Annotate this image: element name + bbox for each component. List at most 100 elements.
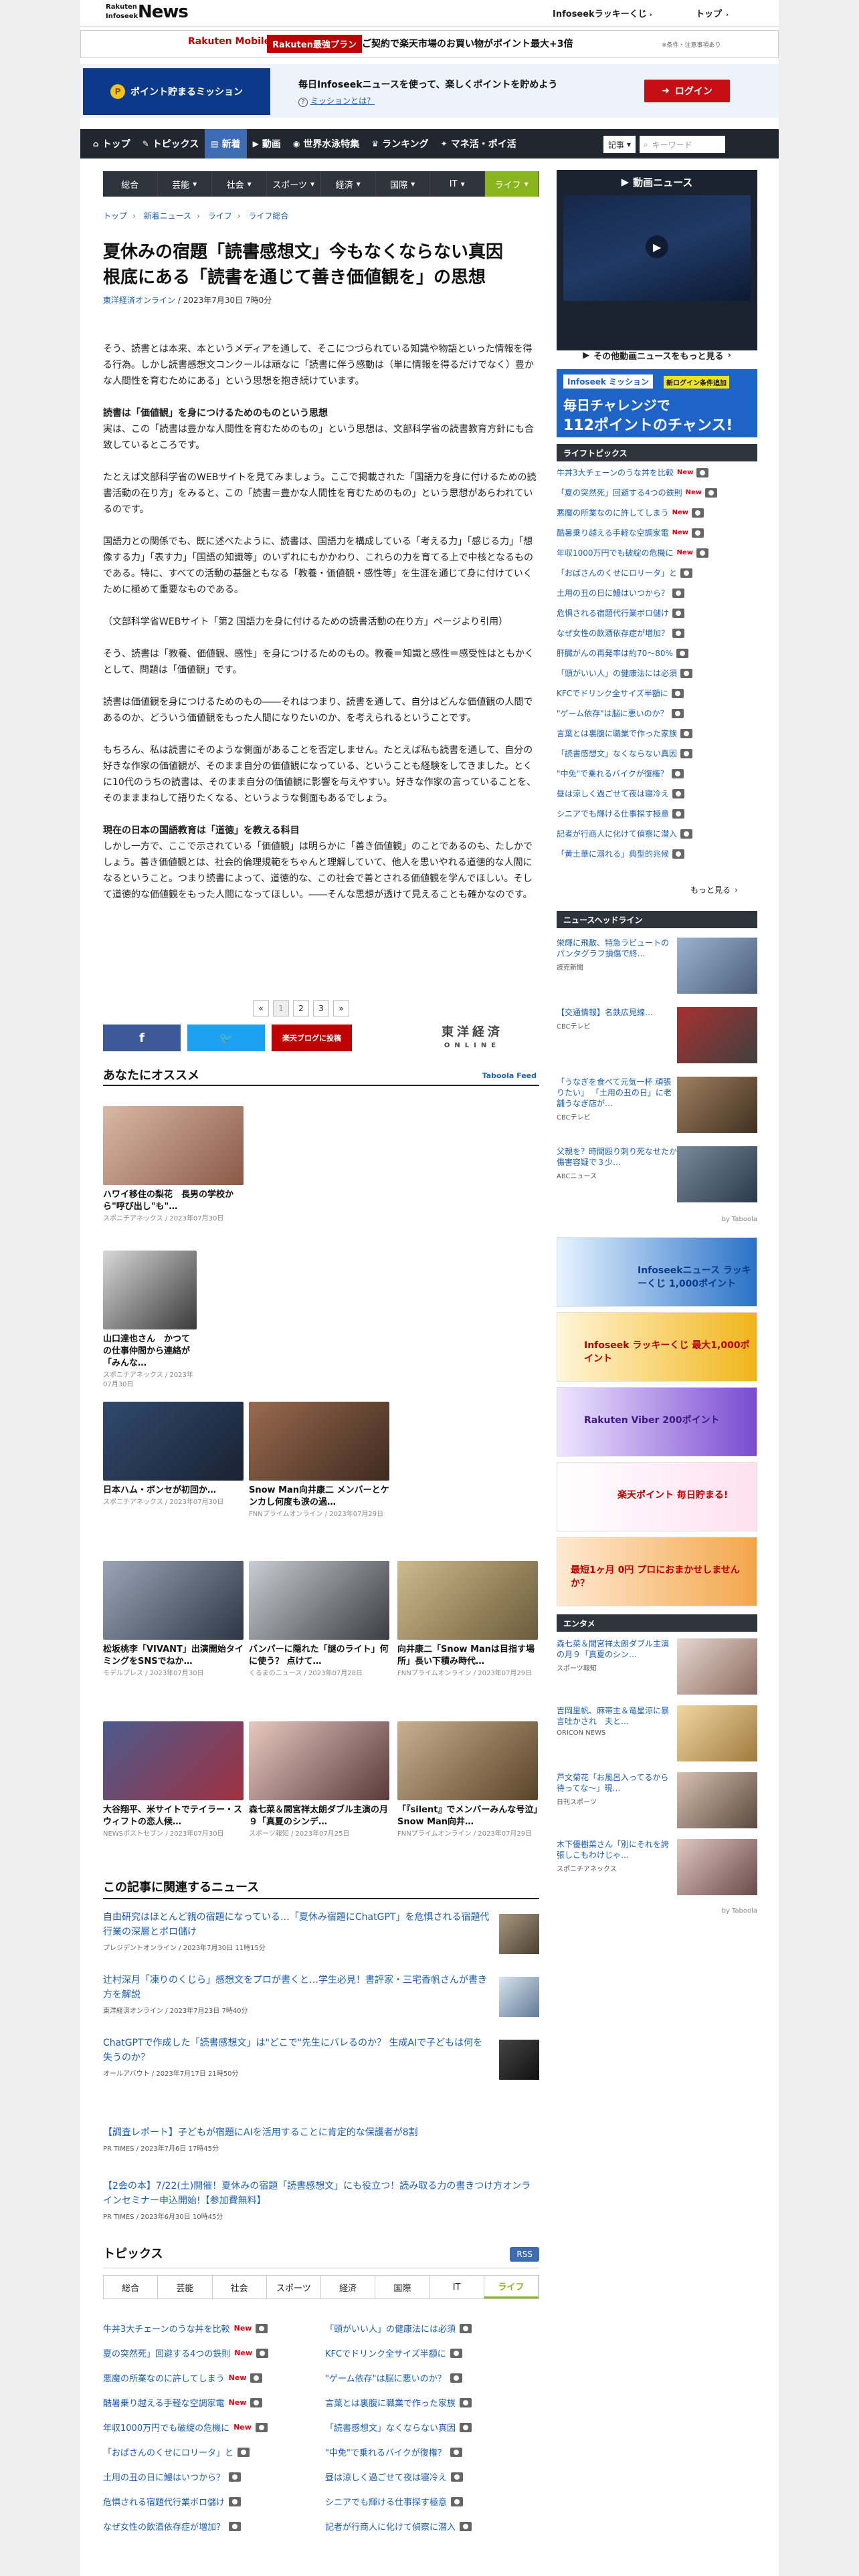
life-topic-item[interactable]: KFCでドリンク全サイズ半額に [557,687,757,699]
life-topic-item[interactable]: 「頭がいい人」の健康法には必須 [557,667,757,679]
life-topic-item[interactable]: 「黄土華に溺れる」典型的兆候 [557,848,757,859]
topic-item[interactable]: 牛丼3大チェーンのうな丼を比較 New [103,2322,268,2335]
topic-item[interactable]: 酷暑乗り越える手軽な空調家電 New [103,2396,263,2409]
topic-item[interactable]: 言葉とは裏腹に職業で作った家族 [325,2396,472,2409]
life-topic-item[interactable]: 危惧される宿題代行業ボロ儲け [557,607,757,619]
topic-item[interactable]: 悪魔の所業なのに許してしまう New [103,2371,263,2384]
rakuten-blog-button[interactable]: 楽天ブログに投稿 [272,1025,352,1051]
related-item[interactable]: 【調査レポート】子どもが宿題にAIを活用することに肯定的な保護者が8割 PR TI… [103,2125,539,2157]
topic-item[interactable]: 昼は涼しく過ごせて夜は寝冷え [325,2470,464,2483]
life-topic-item[interactable]: 肝臓がんの再発率は約70～80% [557,647,757,659]
life-topic-item[interactable]: 「おばさんのくせにロリータ」と [557,567,757,578]
pager-prev[interactable]: « [253,1000,269,1016]
ent-item[interactable]: 森七菜＆間宮祥太朗ダブル主演の月９「真夏のシン… スポーツ報知 [557,1638,757,1697]
category-tab-society[interactable]: 社会 ▼ [212,171,267,197]
topic-item[interactable]: 夏の突然死」回避する4つの鉄則 New [103,2347,269,2359]
life-topic-item[interactable]: 記者が行商人に化けて偵察に潜入 [557,828,757,839]
pager-page[interactable]: 3 [313,1000,329,1016]
life-topic-item[interactable]: 「夏の突然死」回避する4つの鉄則 New [557,487,757,498]
topic-item[interactable]: KFCでドリンク全サイズ半額に [325,2347,462,2359]
life-topic-item[interactable]: 昼は涼しく過ごせて夜は寝冷え [557,788,757,799]
category-tab-economy[interactable]: 経済 ▼ [321,171,376,197]
life-topic-item[interactable]: なぜ女性の飲酒依存症が増加？ [557,627,757,639]
life-topic-item[interactable]: 「読書感想文」なくならない真因 [557,748,757,759]
topic-item[interactable]: 「読書感想文」なくならない真因 [325,2421,472,2434]
recommend-card[interactable]: 山口達也さん かつての仕事仲間から連絡が「みんな… スポニチアネックス / 202… [103,1251,197,1390]
pager-next[interactable]: » [333,1000,349,1016]
topic-item[interactable]: なぜ女性の飲酒依存症が増加？ [103,2520,242,2533]
category-tab-life[interactable]: ライフ ▼ [484,171,539,197]
twitter-share-button[interactable]: 🐦 [187,1025,265,1051]
lucky-kuji-link[interactable]: Infoseekラッキーくじ › [553,7,652,19]
topic-item[interactable]: 「頭がいい人」の健康法には必須 [325,2322,472,2335]
recommend-card[interactable]: ハワイ移住の梨花 長男の学校から"呼び出し"も"… スポニチアネックス / 202… [103,1106,244,1224]
topic-item[interactable]: 年収1000万円でも破綻の危機に New [103,2421,268,2434]
nav-item-topics[interactable]: ✎ トピックス [136,129,205,158]
life-topic-item[interactable]: 酷暑乗り越える手軽な空調家電 New [557,527,757,538]
login-button[interactable]: ➜ ログイン [644,80,730,102]
life-topic-item[interactable]: シニアでも輝ける仕事探す極意 [557,808,757,819]
pager-page[interactable]: 1 [273,1000,289,1016]
breadcrumb-life-general[interactable]: ライフ総合 [248,211,288,221]
recommend-card[interactable]: 森七菜＆間宮祥太朗ダブル主演の月９「真夏のシンデ… スポーツ報知 / 2023年0… [249,1721,389,1839]
life-topic-item[interactable]: 悪魔の所業なのに許してしまう New [557,507,757,518]
mission-button[interactable]: P ポイント貯まるミッション [83,68,270,115]
category-tab-international[interactable]: 国際 ▼ [376,171,430,197]
breadcrumb-new[interactable]: 新着ニュース [144,211,191,221]
related-item[interactable]: ChatGPTで作成した「読書感想文」は"どこで"先生にバレるのか？ 生成AIで… [103,2036,539,2089]
life-more-link[interactable]: もっと見る › [690,884,738,895]
recommend-card[interactable]: 松坂桃李「VIVANT」出演開始タイミングをSNSでねか… モデルプレス / 20… [103,1561,244,1679]
topics-tab[interactable]: 経済 [321,2276,376,2298]
life-topic-item[interactable]: 言葉とは裏腹に職業で作った家族 [557,728,757,739]
related-item[interactable]: 【2会の本】7/22(土)開催！夏休みの宿題「読書感想文」にも役立つ！読み取る力… [103,2179,539,2227]
search-input[interactable]: ⌕ キーワード [640,136,725,153]
category-tab-sports[interactable]: スポーツ ▼ [267,171,321,197]
related-item[interactable]: 自由研究はほとんど親の宿題になっている…「夏休み宿題にChatGPT」を危惧され… [103,1910,539,1963]
topic-item[interactable]: 「おばさんのくせにロリータ」と [103,2446,250,2458]
sidebar-ad-banner[interactable]: Infoseekニュース ラッキーくじ 1,000ポイント [557,1237,757,1307]
topic-item[interactable]: シニアでも輝ける仕事探す極意 [325,2495,464,2508]
life-topic-item[interactable]: "中免"で乗れるバイクが復権？ [557,768,757,779]
recommend-card[interactable]: 向井康二「Snow Manは目指す場所」長い下積み時代… FNNプライムオンライン… [397,1561,538,1679]
category-tab-entertainment[interactable]: 芸能 ▼ [158,171,212,197]
source-link[interactable]: 東洋経済オンライン [103,296,175,305]
facebook-share-button[interactable]: f [103,1025,181,1051]
topics-tab[interactable]: 社会 [212,2276,267,2298]
ent-item[interactable]: 吉岡里帆、麻帯主＆竜星涼に暴言吐かされ 夫と… ORICON NEWS [557,1705,757,1764]
sidebar-ad-banner[interactable]: Rakuten Viber 200ポイント [557,1387,757,1457]
sidebar-ad-banner[interactable]: 楽天ポイント 毎日貯まる! [557,1462,757,1531]
life-topic-item[interactable]: 牛丼3大チェーンのうな丼を比較 New [557,467,757,478]
topics-tab[interactable]: IT [430,2276,484,2298]
related-item[interactable]: 辻村深月「凍りのくじら」感想文をプロが書くと…学生必見！書評家・三宅香帆さんが書… [103,1973,539,2026]
nav-item-swimming[interactable]: ◉ 世界水泳特集 [287,129,365,158]
rakuten-mobile-banner[interactable]: Rakuten Mobile Rakuten最強プラン ご契約で楽天市場のお買い… [80,30,779,58]
nav-item-video[interactable]: ▶ 動画 [247,129,287,158]
topics-tab[interactable]: 芸能 [158,2276,213,2298]
topic-item[interactable]: "中免"で乗れるバイクが復権？ [325,2446,462,2458]
sidebar-ad-banner[interactable]: Infoseek ラッキーくじ 最大1,000ポイント [557,1312,757,1382]
life-topic-item[interactable]: 土用の丑の日に鰻はいつから？ [557,587,757,599]
video-more-link[interactable]: ▶ その他動画ニュースをもっと見る › [557,348,757,362]
ent-item[interactable]: 芦文菊花「お風呂入ってるから待ってな～」現… 日刊スポーツ [557,1772,757,1831]
recommend-card[interactable]: Snow Man向井康二 メンバーとケンカし何度も涙の過… FNNプライムオンライ… [249,1402,389,1519]
sidebar-ad-banner[interactable]: 最短1ヶ月 0円 プロにおまかせしませんか？ [557,1537,757,1606]
ent-item[interactable]: 木下優樹菜さん「別にそれを誇張しこもわけじゃ… スポニチアネックス [557,1839,757,1898]
play-icon[interactable]: ▶ [646,235,668,258]
topics-tab[interactable]: 国際 [375,2276,430,2298]
recommend-card[interactable]: 「『silent』でメンバーみんな号泣」Snow Man向井… FNNプライムオン… [397,1721,538,1839]
nav-item-ranking[interactable]: ♛ ランキング [365,129,434,158]
headline-item[interactable]: 父親を？時間殴り刺り死なせたか 傷害容疑で３少… ABCニュース [557,1146,757,1205]
category-tab-general[interactable]: 総合 [103,171,158,197]
headline-item[interactable]: 栄輝に飛散、特急ラピュートのパンタグラフ損傷で終… 読売新聞 [557,938,757,996]
category-tab-it[interactable]: IT ▼ [430,171,485,197]
recommend-card[interactable]: バンパーに隠れた「謎のライト」何に使う？ 点けて… くるまのニュース / 2023… [249,1561,389,1679]
topic-item[interactable]: "ゲーム依存"は脳に悪いのか？ [325,2371,462,2384]
life-topic-item[interactable]: 年収1000万円でも破綻の危機に New [557,547,757,558]
breadcrumb-life[interactable]: ライフ [208,211,232,221]
header-top-link[interactable]: トップ › [696,7,729,19]
nav-item-new[interactable]: ▤ 新着 [205,129,247,158]
headline-item[interactable]: 「うなぎを食べて元気一杯 頑張りたい」 「土用の丑の日」に老舗うなぎ店が… CBC… [557,1077,757,1136]
site-logo[interactable]: Rakuten Infoseek News [106,2,206,25]
topic-item[interactable]: 記者が行商人に化けて偵察に潜入 [325,2520,472,2533]
life-topic-item[interactable]: "ゲーム依存"は脳に悪いのか？ [557,708,757,719]
